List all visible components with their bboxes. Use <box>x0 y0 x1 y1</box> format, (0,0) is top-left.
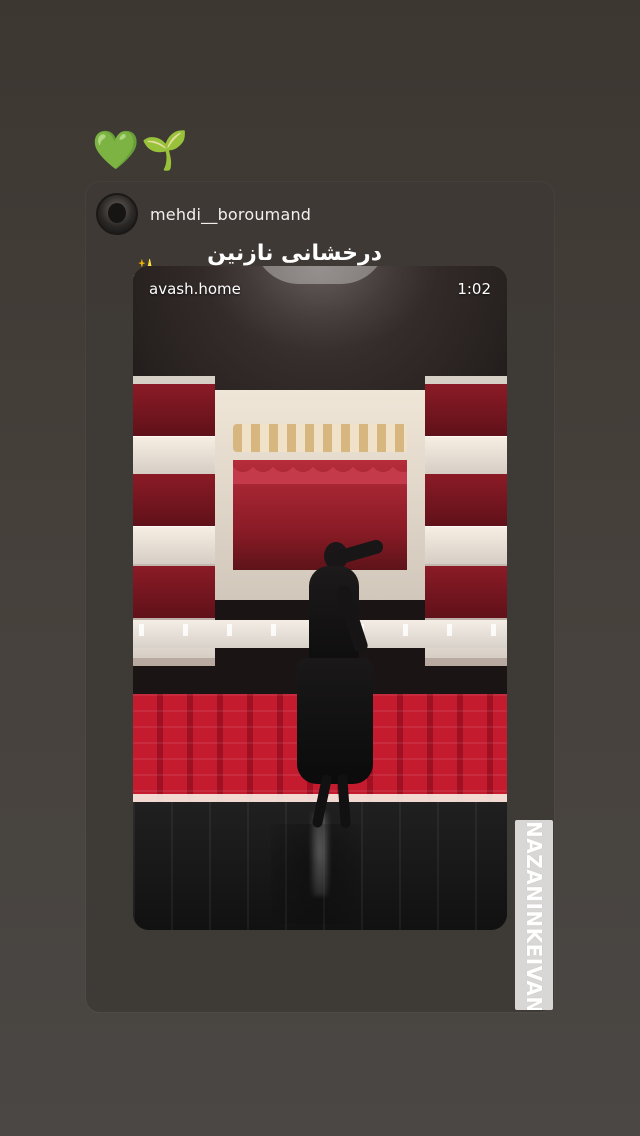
video-source-label: avash.home <box>149 280 241 298</box>
green-heart-icon: 💚 <box>92 128 140 172</box>
author-name[interactable]: mehdi__boroumand <box>150 205 311 224</box>
balcony-box <box>133 474 215 526</box>
balcony-tier <box>425 526 507 564</box>
video-preview[interactable]: avash.home 1:02 <box>133 266 507 930</box>
balcony-box <box>425 474 507 526</box>
balcony-box <box>425 384 507 436</box>
balcony-box <box>133 384 215 436</box>
balcony-tier <box>133 436 215 474</box>
balcony-box <box>133 566 215 618</box>
arch-frieze <box>233 424 407 452</box>
balcony-tier <box>425 436 507 474</box>
balcony-tier <box>133 526 215 564</box>
video-overlay: avash.home 1:02 <box>149 280 491 298</box>
dancer-silhouette <box>293 536 385 830</box>
mention-tag-text: @NAZANINKEIVANII <box>522 820 546 1010</box>
author-row[interactable]: mehdi__boroumand <box>96 193 311 235</box>
story-screen: 💚 🌱 mehdi__boroumand درخشانی نازنین جان … <box>0 0 640 1136</box>
mention-tag[interactable]: @NAZANINKEIVANII <box>515 820 553 1010</box>
sprout-icon: 🌱 <box>141 128 189 172</box>
balcony-box <box>425 566 507 618</box>
sticker-row: 💚 🌱 <box>92 128 189 172</box>
dancer-skirt <box>297 658 373 784</box>
avatar[interactable] <box>96 193 138 235</box>
video-duration: 1:02 <box>457 280 491 298</box>
